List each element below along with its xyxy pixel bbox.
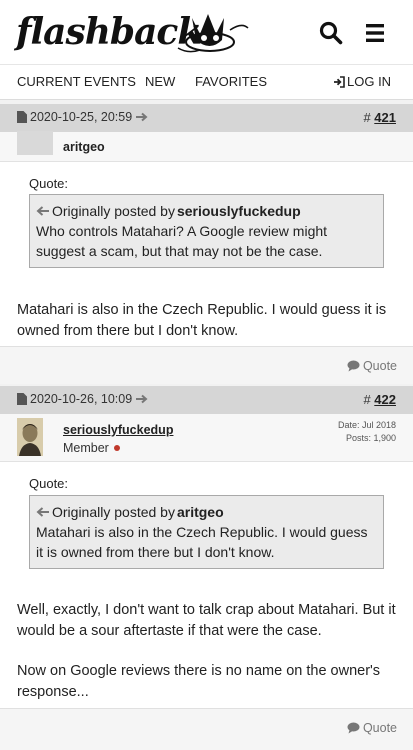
quote-label: Quote: (29, 176, 69, 191)
main-nav: CURRENT EVENTS NEW FAVORITES LOG IN (0, 64, 413, 100)
avatar[interactable] (17, 131, 53, 155)
post-date-text: 2020-10-25, 20:59 (30, 110, 133, 124)
post-user-row: seriouslyfuckedup Member Date: Jul 2018 … (0, 414, 413, 462)
post-number-link[interactable]: 421 (374, 110, 396, 125)
post-user-row: aritgeo (0, 131, 413, 162)
post-text: Matahari is also in the Czech Republic. … (17, 300, 397, 342)
post-paragraph: Now on Google reviews there is no name o… (17, 663, 381, 700)
quote-box: Originally posted by seriouslyfuckedup W… (29, 194, 384, 268)
back-arrow-icon[interactable] (36, 205, 50, 217)
online-status-dot (113, 445, 120, 451)
search-icon[interactable] (318, 20, 344, 46)
document-icon (17, 393, 27, 405)
nav-new[interactable]: NEW (145, 74, 175, 90)
join-date: Date: Jul 2018 (337, 420, 396, 430)
quote-author[interactable]: aritgeo (177, 502, 224, 522)
post-header: 2020-10-25, 20:59 # 421 (0, 104, 413, 132)
logo-emblem-icon (177, 14, 249, 53)
post-number-prefix: # (363, 110, 371, 125)
quote-button-label: Quote (362, 359, 397, 373)
nav-favorites[interactable]: FAVORITES (195, 74, 267, 90)
nav-current-events[interactable]: CURRENT EVENTS (17, 74, 136, 90)
username[interactable]: aritgeo (63, 140, 105, 154)
post-body: Quote: Originally posted by aritgeo Mata… (0, 462, 413, 708)
post-paragraph: Matahari is also in the Czech Republic. … (17, 302, 387, 339)
post-paragraph: Well, exactly, I don't want to talk crap… (17, 602, 396, 639)
user-title-text: Member (63, 441, 109, 455)
post-date: 2020-10-26, 10:09 (17, 392, 149, 406)
login-link[interactable]: LOG IN (333, 74, 391, 90)
post-number-link[interactable]: 422 (374, 392, 396, 407)
post-number: # 422 (363, 392, 396, 407)
quote-header: Originally posted by aritgeo (36, 502, 377, 522)
quote-prefix: Originally posted by (52, 203, 175, 219)
post-footer: Quote (0, 708, 413, 750)
post-number: # 421 (363, 110, 396, 125)
speech-bubble-icon (347, 722, 360, 734)
arrow-right-icon[interactable] (135, 393, 149, 405)
quote-box: Originally posted by aritgeo Matahari is… (29, 495, 384, 569)
document-icon (17, 111, 27, 123)
hamburger-menu-icon[interactable] (362, 20, 388, 46)
post-date: 2020-10-25, 20:59 (17, 110, 149, 124)
user-title: Member (63, 441, 120, 455)
quote-button[interactable]: Quote (347, 721, 397, 735)
username[interactable]: seriouslyfuckedup (63, 423, 173, 437)
arrow-right-icon[interactable] (135, 111, 149, 123)
quote-text: Matahari is also in the Czech Republic. … (36, 524, 368, 560)
quote-button-label: Quote (362, 721, 397, 735)
speech-bubble-icon (347, 360, 360, 372)
post-body: Quote: Originally posted by seriouslyfuc… (0, 162, 413, 346)
avatar[interactable] (17, 418, 43, 456)
post-number-prefix: # (363, 392, 371, 407)
back-arrow-icon[interactable] (36, 506, 50, 518)
site-logo[interactable]: flashback (16, 12, 249, 53)
site-header: flashback (0, 0, 413, 64)
login-label: LOG IN (347, 74, 392, 89)
quote-text: Who controls Matahari? A Google review m… (36, 223, 328, 259)
post-text: Well, exactly, I don't want to talk crap… (17, 600, 397, 703)
quote-label: Quote: (29, 476, 69, 491)
quote-prefix: Originally posted by (52, 504, 175, 520)
quote-button[interactable]: Quote (347, 359, 397, 373)
quote-author[interactable]: seriouslyfuckedup (177, 201, 301, 221)
user-meta: Date: Jul 2018 Posts: 1,900 (338, 419, 396, 445)
post-count: Posts: 1,900 (345, 433, 396, 443)
post-footer: Quote (0, 346, 413, 384)
login-icon (334, 76, 345, 88)
quote-header: Originally posted by seriouslyfuckedup (36, 201, 377, 221)
post-date-text: 2020-10-26, 10:09 (30, 392, 133, 406)
post-header: 2020-10-26, 10:09 # 422 (0, 386, 413, 414)
